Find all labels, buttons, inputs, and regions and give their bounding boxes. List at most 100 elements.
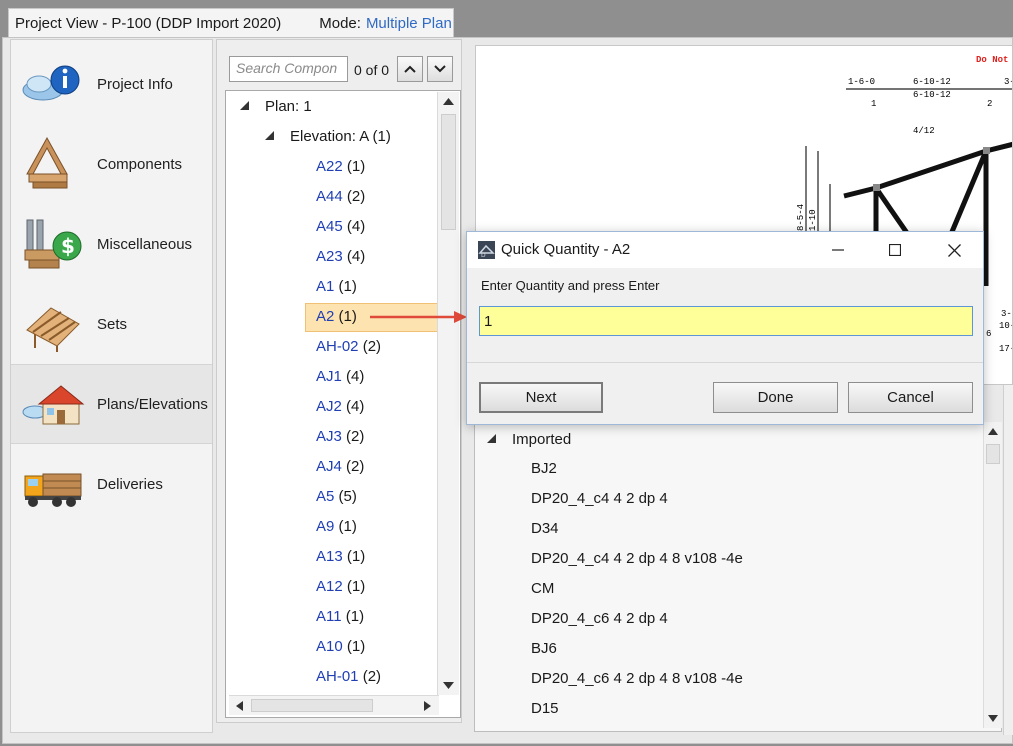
scrollbar-thumb[interactable]	[251, 699, 373, 712]
tree-horizontal-scrollbar[interactable]	[229, 695, 439, 715]
tree-item[interactable]: A1 (1)	[316, 273, 357, 301]
minimize-icon	[832, 249, 844, 251]
tree-item[interactable]: AJ3 (2)	[316, 423, 364, 451]
nav-item-project-info[interactable]: Project Info	[11, 44, 212, 124]
tree-item-count: (4)	[346, 398, 365, 415]
previous-result-button[interactable]	[397, 56, 423, 82]
mode-label: Mode:	[319, 15, 361, 32]
svg-text:$: $	[61, 234, 75, 258]
imported-components-list: Imported BJ2 DP20_4_c4 4 2 dp 4 D34 DP20…	[474, 422, 1002, 732]
next-result-button[interactable]	[427, 56, 453, 82]
annotation-arrow-icon	[370, 311, 467, 323]
list-item[interactable]: DP20_4_c6 4 2 dp 4 8 v108 -4e	[531, 670, 743, 687]
tree-item-name: A5	[316, 488, 335, 505]
nav-item-components[interactable]: Components	[11, 124, 212, 204]
tree-item[interactable]: A44 (2)	[316, 183, 365, 211]
scrollbar-thumb[interactable]	[441, 114, 456, 230]
dimension-label: 3-	[1001, 309, 1012, 319]
imported-header-label: Imported	[512, 431, 572, 448]
tree-item-count: (1)	[345, 608, 365, 625]
maximize-button[interactable]	[866, 232, 924, 268]
scroll-right-arrow-icon[interactable]	[424, 701, 432, 711]
tree-item[interactable]: A5 (5)	[316, 483, 357, 511]
search-input[interactable]: Search Compon	[229, 56, 348, 82]
list-item[interactable]: DP20_4_c6 4 2 dp 4	[531, 610, 668, 627]
vertical-dimension: 8-5-4	[796, 204, 806, 231]
nav-item-plans-elevations[interactable]: Plans/Elevations	[11, 364, 212, 444]
tree-item[interactable]: A22 (1)	[316, 153, 365, 181]
scroll-up-arrow-icon[interactable]	[988, 428, 998, 435]
tree-item-name: A13	[316, 548, 343, 565]
tree-item[interactable]: A45 (4)	[316, 213, 365, 241]
tree-item-count: (1)	[346, 158, 366, 175]
tree-item-count: (2)	[346, 458, 365, 475]
tree-item[interactable]: A13 (1)	[316, 543, 365, 571]
tree-item[interactable]: A23 (4)	[316, 243, 365, 271]
tree-item-name: A1	[316, 278, 335, 295]
done-button[interactable]: Done	[713, 382, 838, 413]
tree-elevation-node[interactable]: Elevation: A (1)	[265, 123, 391, 151]
imported-group-header[interactable]: Imported	[487, 431, 571, 448]
minimize-button[interactable]	[809, 232, 867, 268]
scroll-down-arrow-icon[interactable]	[988, 715, 998, 722]
svg-text:D: D	[481, 252, 486, 259]
tree-item[interactable]: AJ2 (4)	[316, 393, 364, 421]
scrollbar-thumb[interactable]	[986, 444, 1000, 464]
list-item[interactable]: D34	[531, 520, 559, 537]
dimension-label: 3-	[1004, 77, 1013, 87]
list-item[interactable]: D15	[531, 700, 559, 717]
list-item[interactable]: CM	[531, 580, 554, 597]
close-button[interactable]	[925, 232, 983, 268]
tree-item[interactable]: AJ4 (2)	[316, 453, 364, 481]
tree-item-name: A2	[316, 308, 335, 325]
tree-item[interactable]: AJ1 (4)	[316, 363, 364, 391]
plans-elevations-icon	[21, 374, 85, 434]
list-item[interactable]: BJ2	[531, 460, 557, 477]
next-button[interactable]: Next	[479, 382, 603, 413]
nav-item-sets[interactable]: Sets	[11, 284, 212, 364]
scroll-up-arrow-icon[interactable]	[443, 97, 454, 105]
tree-item-name: A45	[316, 218, 343, 235]
imported-list-scrollbar[interactable]	[983, 422, 1002, 728]
collapse-triangle-icon[interactable]	[240, 100, 249, 110]
app-icon: D	[478, 241, 495, 259]
dimension-label: 6-10-12	[913, 77, 951, 87]
tree-item-count: (1)	[338, 278, 357, 295]
mode-value[interactable]: Multiple Plan	[366, 15, 452, 32]
close-icon	[947, 243, 961, 257]
tree-item[interactable]: AH-01 (2)	[316, 663, 381, 691]
maximize-icon	[889, 244, 901, 256]
node-label: 2	[987, 99, 992, 109]
tree-item-name: AJ2	[316, 398, 342, 415]
scroll-left-arrow-icon[interactable]	[235, 701, 243, 711]
tree-item-count: (5)	[338, 488, 357, 505]
nav-label-plans-elevations: Plans/Elevations	[97, 395, 208, 413]
tree-item[interactable]: A11 (1)	[316, 603, 364, 631]
tree-plan-node[interactable]: Plan: 1	[240, 93, 312, 121]
dimension-label: 1-6-0	[848, 77, 875, 87]
tree-item-count: (1)	[338, 308, 357, 325]
dialog-title-bar[interactable]: D Quick Quantity - A2	[467, 232, 983, 268]
tree-item-count: (2)	[362, 668, 382, 685]
list-item[interactable]: DP20_4_c4 4 2 dp 4 8 v108 -4e	[531, 550, 743, 567]
project-view-tab[interactable]: Project View - P-100 (DDP Import 2020) M…	[8, 8, 454, 38]
cancel-button[interactable]: Cancel	[848, 382, 973, 413]
tree-item[interactable]: A12 (1)	[316, 573, 365, 601]
tree-vertical-scrollbar[interactable]	[437, 92, 459, 695]
tree-item[interactable]: A10 (1)	[316, 633, 365, 661]
tree-item-selected[interactable]: A2 (1)	[316, 303, 357, 331]
nav-item-miscellaneous[interactable]: $ Miscellaneous	[11, 204, 212, 284]
scroll-down-arrow-icon[interactable]	[443, 682, 454, 690]
nav-label-miscellaneous: Miscellaneous	[97, 235, 193, 253]
collapse-triangle-icon[interactable]	[487, 433, 496, 443]
tree-item[interactable]: AH-02 (2)	[316, 333, 381, 361]
collapse-triangle-icon[interactable]	[265, 130, 274, 140]
chevron-up-icon	[404, 65, 416, 73]
tree-item[interactable]: A9 (1)	[316, 513, 357, 541]
miscellaneous-icon: $	[21, 214, 85, 274]
quantity-input[interactable]	[479, 306, 973, 336]
node-label: 6	[986, 329, 991, 339]
list-item[interactable]: BJ6	[531, 640, 557, 657]
nav-item-deliveries[interactable]: Deliveries	[11, 444, 212, 524]
list-item[interactable]: DP20_4_c4 4 2 dp 4	[531, 490, 668, 507]
